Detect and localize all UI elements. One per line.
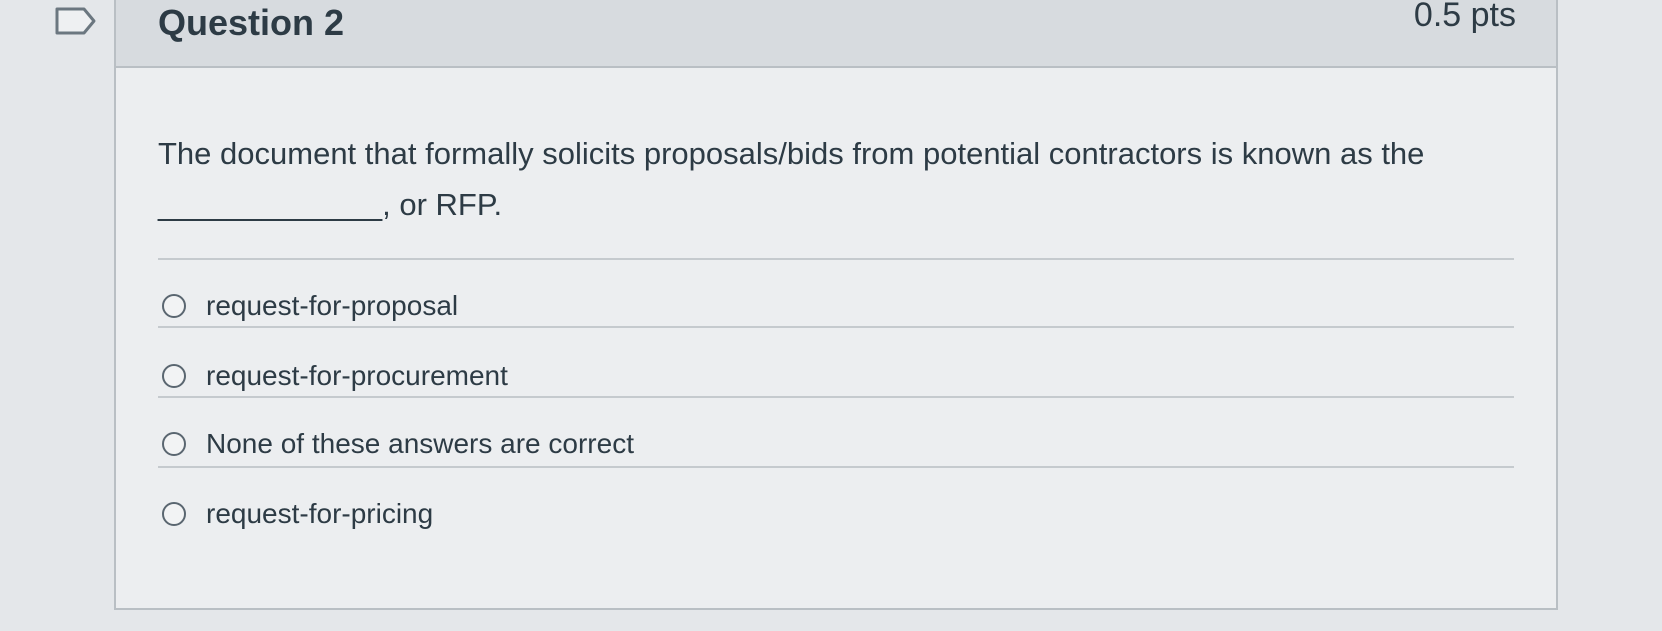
answer-divider (158, 396, 1514, 398)
answer-option[interactable]: None of these answers are correct (162, 424, 634, 464)
answer-option[interactable]: request-for-pricing (162, 494, 433, 534)
radio-button-icon[interactable] (162, 502, 186, 526)
answer-label: request-for-procurement (206, 360, 508, 391)
question-header: Question 2 0.5 pts (116, 0, 1556, 68)
flag-question-icon[interactable] (54, 6, 98, 36)
answer-divider (158, 466, 1514, 468)
answer-label: request-for-proposal (206, 290, 459, 321)
radio-button-icon[interactable] (162, 364, 186, 388)
question-title: Question 2 (158, 2, 345, 43)
radio-button-icon[interactable] (162, 432, 186, 456)
radio-button-icon[interactable] (162, 294, 186, 318)
answer-divider (158, 326, 1514, 328)
answers-top-divider (158, 258, 1514, 260)
question-card: Question 2 0.5 pts The document that for… (114, 0, 1558, 610)
answer-label: request-for-pricing (206, 498, 434, 529)
answer-option[interactable]: request-for-proposal (162, 286, 458, 326)
question-points: 0.5 pts (1413, 0, 1516, 34)
question-text: The document that formally solicits prop… (158, 136, 1425, 222)
answer-label: None of these answers are correct (206, 428, 634, 459)
answer-option[interactable]: request-for-procurement (162, 356, 508, 396)
